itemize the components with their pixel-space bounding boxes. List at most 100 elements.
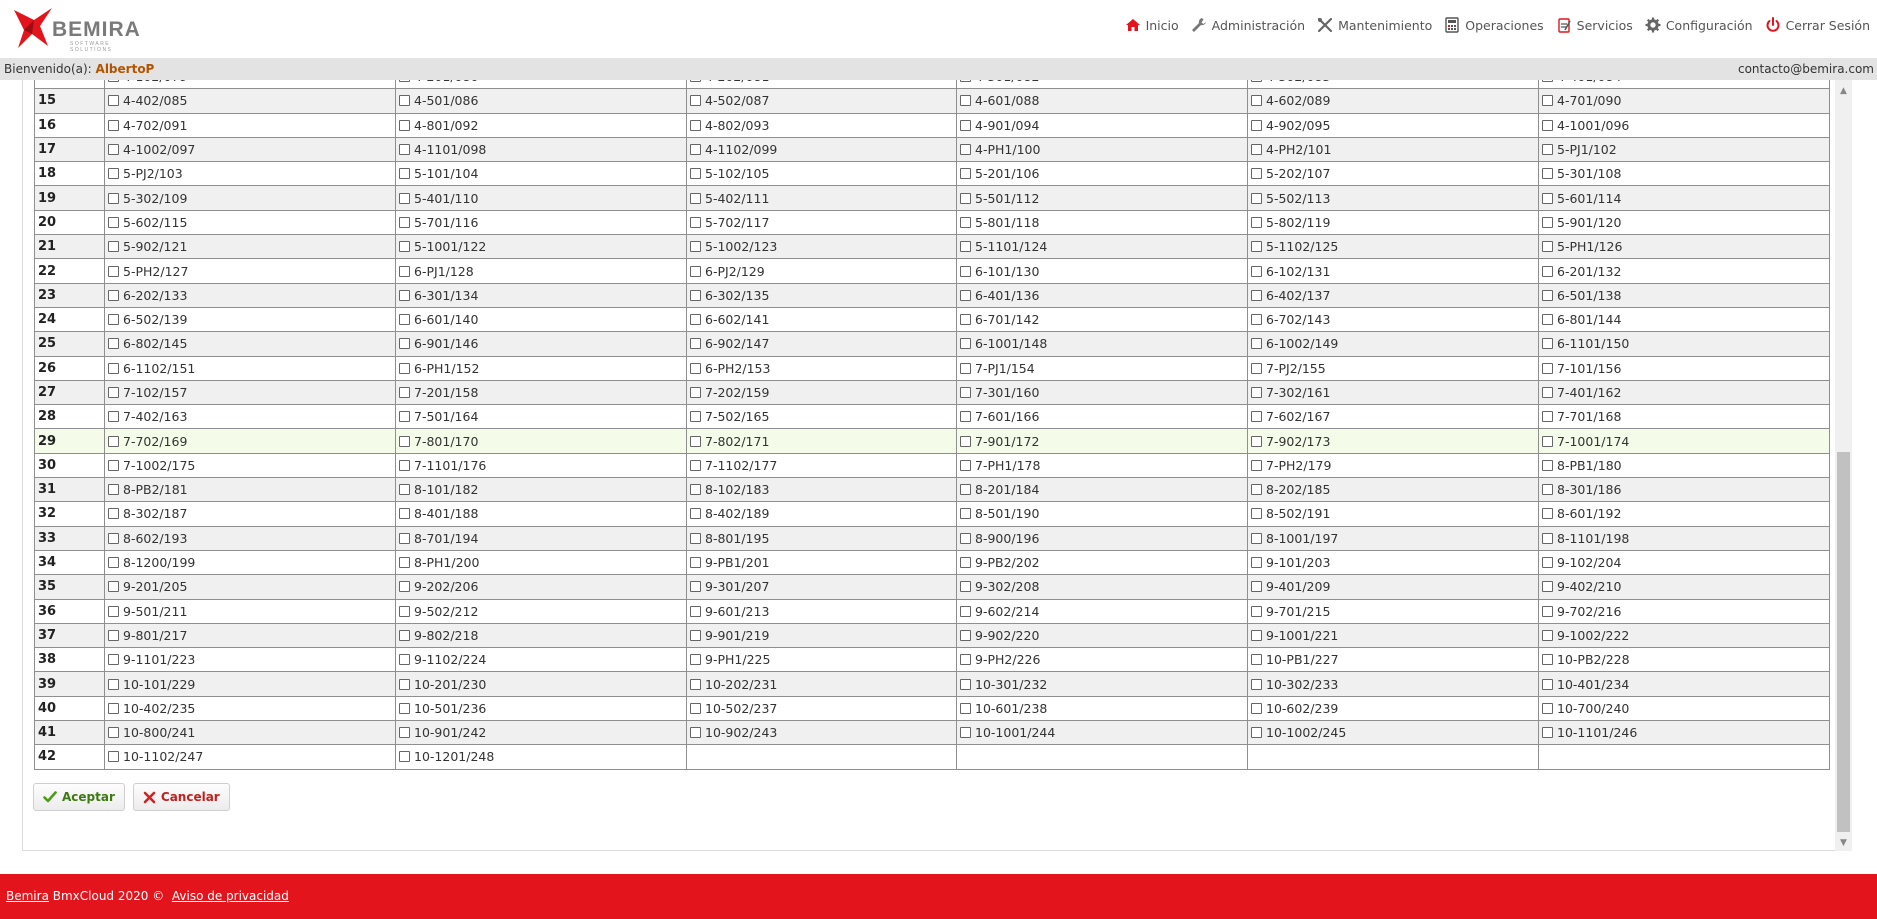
unit-checkbox[interactable] (399, 387, 410, 398)
unit-checkbox[interactable] (1542, 532, 1553, 544)
unit-checkbox[interactable] (960, 241, 971, 253)
unit-checkbox[interactable] (108, 216, 119, 228)
unit-option[interactable]: 8-601/192 (1542, 506, 1826, 521)
unit-option[interactable]: 8-202/185 (1251, 482, 1535, 497)
unit-option[interactable]: 6-PH2/153 (690, 361, 953, 376)
unit-option[interactable]: 6-1101/150 (1542, 336, 1826, 351)
unit-checkbox[interactable] (108, 727, 119, 739)
unit-checkbox[interactable] (108, 95, 119, 107)
unit-option[interactable]: 5-102/105 (690, 166, 953, 181)
unit-option[interactable]: 9-601/213 (690, 604, 953, 619)
unit-checkbox[interactable] (399, 362, 410, 374)
unit-option[interactable]: 7-701/168 (1542, 409, 1826, 424)
unit-option[interactable]: 6-701/142 (960, 312, 1244, 327)
unit-checkbox[interactable] (690, 387, 701, 398)
unit-checkbox[interactable] (960, 654, 971, 666)
unit-option[interactable]: 7-102/157 (108, 385, 392, 400)
unit-option[interactable]: 6-PJ2/129 (690, 264, 953, 279)
unit-checkbox[interactable] (1251, 532, 1262, 544)
unit-option[interactable]: 10-901/242 (399, 725, 683, 740)
unit-option[interactable]: 8-201/184 (960, 482, 1244, 497)
unit-checkbox[interactable] (960, 581, 971, 593)
unit-option[interactable]: 5-1001/122 (399, 239, 683, 254)
unit-checkbox[interactable] (399, 751, 410, 763)
unit-option[interactable]: 10-101/229 (108, 677, 392, 692)
unit-option[interactable]: 10-902/243 (690, 725, 953, 740)
nav-mantenimiento[interactable]: Mantenimiento (1317, 17, 1432, 33)
unit-checkbox[interactable] (1251, 289, 1262, 301)
unit-checkbox[interactable] (108, 435, 119, 447)
unit-option[interactable]: 4-PH2/101 (1251, 142, 1535, 157)
unit-checkbox[interactable] (399, 168, 410, 180)
unit-checkbox[interactable] (1542, 581, 1553, 593)
unit-checkbox[interactable] (960, 629, 971, 641)
unit-option[interactable]: 6-201/132 (1542, 264, 1826, 279)
unit-option[interactable]: 4-102/079 (108, 80, 392, 84)
unit-checkbox[interactable] (1542, 314, 1553, 326)
unit-option[interactable]: 4-1102/099 (690, 142, 953, 157)
unit-option[interactable]: 6-1001/148 (960, 336, 1244, 351)
unit-option[interactable]: 4-402/085 (108, 93, 392, 108)
unit-option[interactable]: 8-401/188 (399, 506, 683, 521)
unit-checkbox[interactable] (1251, 411, 1262, 423)
unit-checkbox[interactable] (690, 95, 701, 107)
unit-option[interactable]: 8-PH1/200 (399, 555, 683, 570)
unit-option[interactable]: 6-102/131 (1251, 264, 1535, 279)
unit-option[interactable]: 4-701/090 (1542, 93, 1826, 108)
unit-checkbox[interactable] (399, 289, 410, 301)
unit-checkbox[interactable] (1251, 435, 1262, 447)
unit-option[interactable]: 5-801/118 (960, 215, 1244, 230)
unit-checkbox[interactable] (1542, 654, 1553, 666)
unit-checkbox[interactable] (399, 265, 410, 277)
unit-option[interactable]: 7-PJ1/154 (960, 361, 1244, 376)
unit-checkbox[interactable] (690, 629, 701, 641)
unit-checkbox[interactable] (108, 314, 119, 326)
unit-option[interactable]: 4-602/089 (1251, 93, 1535, 108)
unit-option[interactable]: 5-PH1/126 (1542, 239, 1826, 254)
unit-option[interactable]: 10-1101/246 (1542, 725, 1826, 740)
scroll-down-arrow-icon[interactable]: ▼ (1835, 834, 1852, 851)
unit-option[interactable]: 4-802/093 (690, 118, 953, 133)
unit-checkbox[interactable] (960, 168, 971, 180)
unit-option[interactable]: 7-502/165 (690, 409, 953, 424)
unit-option[interactable]: 9-502/212 (399, 604, 683, 619)
unit-checkbox[interactable] (960, 508, 971, 520)
unit-checkbox[interactable] (960, 459, 971, 471)
unit-option[interactable]: 6-602/141 (690, 312, 953, 327)
unit-option[interactable]: 8-602/193 (108, 531, 392, 546)
unit-checkbox[interactable] (960, 216, 971, 228)
unit-checkbox[interactable] (1251, 629, 1262, 641)
unit-checkbox[interactable] (960, 265, 971, 277)
unit-checkbox[interactable] (1542, 387, 1553, 398)
unit-option[interactable]: 6-302/135 (690, 288, 953, 303)
unit-checkbox[interactable] (399, 581, 410, 593)
unit-checkbox[interactable] (399, 459, 410, 471)
unit-option[interactable]: 7-101/156 (1542, 361, 1826, 376)
unit-option[interactable]: 4-1002/097 (108, 142, 392, 157)
unit-checkbox[interactable] (690, 168, 701, 180)
unit-checkbox[interactable] (108, 289, 119, 301)
unit-checkbox[interactable] (108, 411, 119, 423)
nav-inicio[interactable]: Inicio (1125, 17, 1179, 33)
unit-option[interactable]: 6-901/146 (399, 336, 683, 351)
unit-checkbox[interactable] (690, 80, 701, 83)
unit-checkbox[interactable] (1542, 629, 1553, 641)
unit-checkbox[interactable] (1251, 119, 1262, 131)
unit-checkbox[interactable] (960, 484, 971, 496)
logo[interactable]: BEMIRA SOFTWARE SOLUTIONS (12, 6, 142, 53)
unit-checkbox[interactable] (1542, 557, 1553, 569)
unit-option[interactable]: 5-501/112 (960, 191, 1244, 206)
unit-checkbox[interactable] (399, 95, 410, 107)
privacy-link[interactable]: Aviso de privacidad (172, 889, 289, 903)
unit-option[interactable]: 10-601/238 (960, 701, 1244, 716)
unit-option[interactable]: 4-1101/098 (399, 142, 683, 157)
nav-operaciones[interactable]: Operaciones (1444, 17, 1544, 33)
unit-option[interactable]: 8-900/196 (960, 531, 1244, 546)
unit-checkbox[interactable] (1542, 241, 1553, 253)
unit-option[interactable]: 9-1001/221 (1251, 628, 1535, 643)
unit-option[interactable]: 8-402/189 (690, 506, 953, 521)
unit-checkbox[interactable] (108, 119, 119, 131)
unit-checkbox[interactable] (108, 678, 119, 690)
unit-option[interactable]: 9-901/219 (690, 628, 953, 643)
unit-checkbox[interactable] (399, 216, 410, 228)
